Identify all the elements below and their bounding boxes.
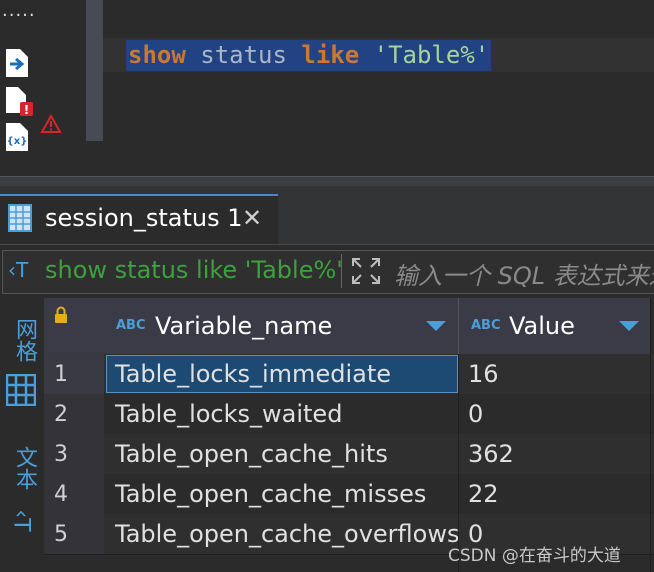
row-number-cell: 1: [44, 354, 104, 394]
table-row[interactable]: 4 Table_open_cache_misses 22: [44, 474, 654, 515]
sql-word-status: status: [185, 41, 302, 69]
error-file-icon[interactable]: !: [4, 86, 34, 118]
variable-name-cell: Table_locks_immediate: [115, 360, 391, 388]
editor-gutter: ..... ! {x}: [0, 0, 40, 176]
export-file-icon[interactable]: [4, 48, 30, 78]
column-divider: [458, 354, 459, 572]
variable-name-cell[interactable]: Table_open_cache_overflows: [115, 520, 459, 548]
column-label: Value: [509, 312, 575, 340]
sort-dropdown-icon[interactable]: [619, 321, 639, 331]
column-header-variable-name[interactable]: ABC Variable_name: [104, 298, 459, 354]
grid-view-label[interactable]: 网格: [8, 318, 40, 362]
column-divider: [650, 298, 651, 572]
value-cell[interactable]: 362: [468, 440, 514, 468]
table-row[interactable]: 1 Table_locks_immediate 16: [44, 354, 654, 395]
filter-divider: [341, 254, 342, 288]
table-row[interactable]: 3 Table_open_cache_hits 362: [44, 434, 654, 475]
watermark: CSDN @在奋斗的大道: [448, 546, 621, 566]
filter-history-icon[interactable]: ‹T: [8, 258, 28, 282]
editor-marker-column: [86, 0, 103, 141]
row-number-cell: 4: [44, 474, 104, 514]
filter-query-text: show status like 'Table%': [45, 256, 343, 284]
grid-view-icon[interactable]: [6, 374, 36, 406]
row-number-cell: 3: [44, 434, 104, 474]
text-view-label[interactable]: 文本: [8, 446, 40, 490]
variable-name-cell[interactable]: Table_open_cache_hits: [115, 440, 388, 468]
table-row[interactable]: 2 Table_locks_waited 0: [44, 394, 654, 435]
value-cell[interactable]: 16: [468, 360, 499, 388]
sql-string-literal: 'Table%': [359, 41, 490, 69]
row-number: 2: [54, 402, 68, 427]
row-number: 3: [54, 442, 68, 467]
row-number-header: [44, 298, 105, 354]
sql-keyword-show: show: [128, 41, 186, 69]
string-type-icon: ABC: [116, 318, 146, 333]
expand-icon[interactable]: [350, 256, 382, 286]
row-number: 4: [54, 482, 68, 507]
column-header-value[interactable]: ABC Value: [459, 298, 651, 354]
variable-name-cell[interactable]: Table_locks_waited: [115, 400, 342, 428]
sort-dropdown-icon[interactable]: [426, 321, 446, 331]
column-label: Variable_name: [155, 312, 333, 340]
row-number: 5: [54, 522, 68, 547]
row-number-cell: 5: [44, 514, 104, 554]
svg-text:!: !: [24, 103, 29, 117]
string-type-icon: ABC: [471, 318, 501, 333]
selected-cell[interactable]: Table_locks_immediate: [106, 355, 458, 393]
tab-label: session_status 1: [45, 204, 243, 232]
value-cell[interactable]: 22: [468, 480, 499, 508]
row-number: 1: [54, 362, 68, 387]
filter-input[interactable]: 输入一个 SQL 表达式来过滤结果: [394, 256, 654, 291]
value-cell[interactable]: 0: [468, 400, 483, 428]
tab-close-icon[interactable]: ✕: [242, 204, 262, 232]
sql-statement[interactable]: show status like 'Table%': [126, 40, 492, 71]
variable-file-icon[interactable]: {x}: [4, 122, 30, 152]
warning-icon: [40, 114, 62, 133]
lock-icon: [55, 306, 67, 323]
sql-keyword-like: like: [301, 41, 360, 69]
row-number-cell: 2: [44, 394, 104, 434]
variable-name-cell[interactable]: Table_open_cache_misses: [115, 480, 426, 508]
text-view-icon[interactable]: ‹T: [9, 509, 34, 531]
gutter-dots: .....: [2, 0, 36, 21]
table-grid-icon: [8, 204, 32, 232]
svg-text:{x}: {x}: [7, 136, 28, 147]
